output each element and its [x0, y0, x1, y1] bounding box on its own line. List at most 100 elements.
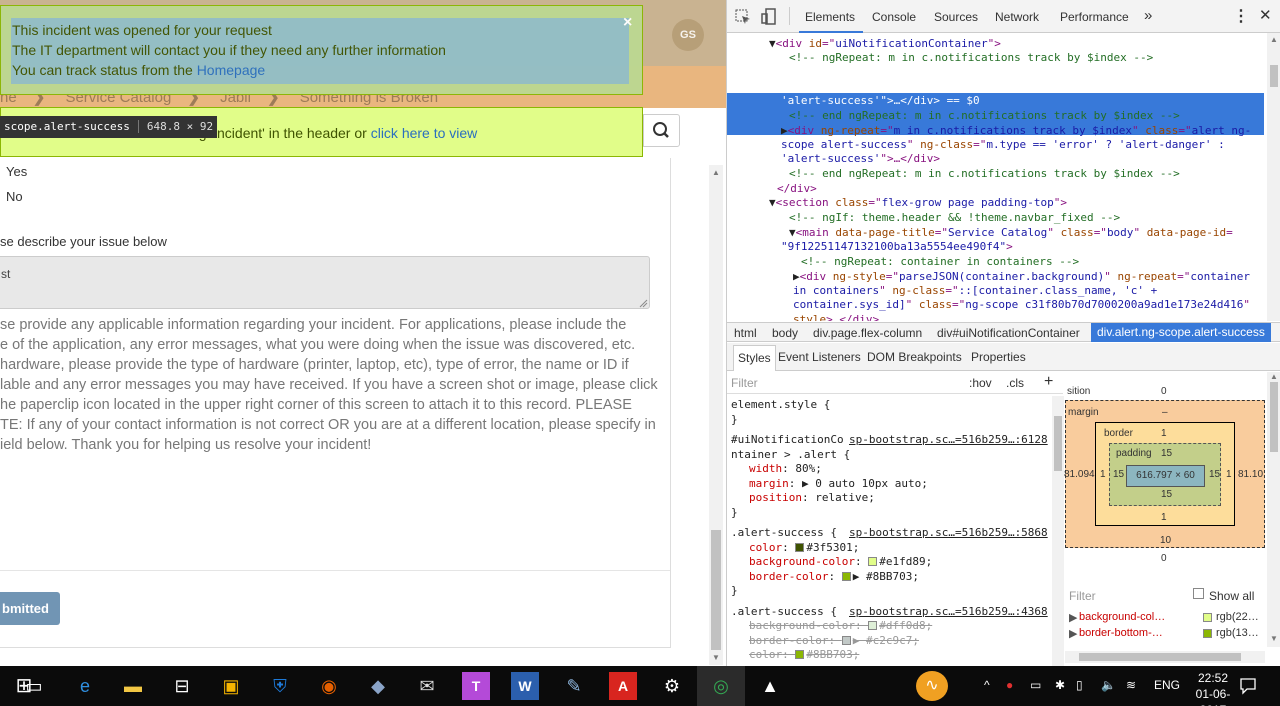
- styles-filter[interactable]: Filter :hov .cls +: [727, 372, 1063, 394]
- more-options-icon[interactable]: ⋮: [1233, 6, 1249, 26]
- app-yellow-icon[interactable]: ▣: [217, 672, 245, 700]
- rule-close[interactable]: }: [731, 413, 738, 428]
- tab-sources[interactable]: Sources: [934, 10, 978, 24]
- rule-selector[interactable]: #uiNotificationCo sp-bootstrap.sc…=516b25…: [731, 433, 1048, 448]
- scroll-down-icon[interactable]: ▼: [712, 653, 720, 662]
- submit-button[interactable]: bmitted: [0, 592, 60, 625]
- settings-icon[interactable]: ⚙: [658, 672, 686, 700]
- dom-crumb-container[interactable]: div#uiNotificationContainer: [937, 326, 1080, 340]
- acrobat-icon[interactable]: A: [609, 672, 637, 700]
- dom-node-line[interactable]: ▶<div ng-repeat="m in c.notifications tr…: [781, 124, 1251, 139]
- rule-close[interactable]: }: [731, 506, 738, 521]
- dom-node-line[interactable]: style>…</div>: [793, 313, 879, 321]
- tab-console[interactable]: Console: [872, 10, 916, 24]
- dom-crumb-body[interactable]: body: [772, 326, 798, 340]
- css-property[interactable]: color: #8BB703;: [749, 648, 859, 663]
- store-icon[interactable]: ⊟: [168, 672, 196, 700]
- filter-input[interactable]: Filter: [731, 376, 758, 390]
- dom-node-line[interactable]: 'alert-success'">…</div>: [781, 152, 940, 167]
- antivirus-icon[interactable]: ●: [1006, 678, 1013, 692]
- color-swatch[interactable]: [795, 650, 805, 659]
- computed-scrollbar[interactable]: ▲ ▼: [1267, 372, 1280, 647]
- scrollbar-thumb[interactable]: [711, 530, 721, 650]
- css-property[interactable]: color: #3f5301;: [749, 541, 859, 556]
- volume-icon[interactable]: 🔈: [1101, 678, 1116, 692]
- show-hidden-icons[interactable]: ^: [984, 678, 990, 692]
- scroll-down-icon[interactable]: ▼: [1270, 634, 1278, 643]
- firefox-icon[interactable]: ◉: [315, 672, 343, 700]
- subtab-properties[interactable]: Properties: [971, 350, 1026, 364]
- subtab-event-listeners[interactable]: Event Listeners: [778, 350, 861, 364]
- dom-node-line[interactable]: scope alert-success" ng-class="m.type ==…: [781, 80, 1225, 95]
- clock[interactable]: 22:52 01-06-2017: [1188, 670, 1238, 706]
- audio-app-icon[interactable]: ∿: [916, 671, 948, 701]
- color-swatch[interactable]: [868, 557, 878, 566]
- dom-node-line[interactable]: scope alert-success" ng-class="m.type ==…: [781, 138, 1225, 153]
- css-property[interactable]: border-color: ▶ #c2c9c7;: [749, 634, 919, 649]
- dom-node-line[interactable]: <!-- ngRepeat: m in c.notifications trac…: [789, 51, 1153, 66]
- issue-description-textarea[interactable]: st: [0, 256, 650, 309]
- rule-selector[interactable]: .alert-success {sp-bootstrap.sc…=516b259…: [731, 605, 1048, 620]
- photos-icon[interactable]: ▲: [756, 672, 784, 700]
- add-rule-button[interactable]: +: [1044, 373, 1053, 391]
- rule-selector[interactable]: .alert-success {sp-bootstrap.sc…=516b259…: [731, 526, 1048, 541]
- more-dots-icon[interactable]: •••: [733, 64, 753, 79]
- dom-crumb-current[interactable]: div.alert.ng-scope.alert-success: [1091, 323, 1271, 342]
- styles-scrollbar[interactable]: [1052, 396, 1064, 666]
- page-scrollbar[interactable]: ▲ ▼: [709, 165, 723, 665]
- computed-row[interactable]: ▶ background-col… rgb(22…: [1065, 611, 1267, 627]
- word-icon[interactable]: W: [511, 672, 539, 700]
- dom-node-line[interactable]: ▼<section class="flex-grow page padding-…: [769, 196, 1067, 211]
- dom-node-line[interactable]: ▼<main data-page-title="Service Catalog"…: [789, 226, 1233, 241]
- tab-network[interactable]: Network: [995, 10, 1039, 24]
- scrollbar-thumb[interactable]: [1054, 416, 1062, 471]
- scrollbar-thumb[interactable]: [1270, 382, 1278, 452]
- css-property[interactable]: border-color: ▶ #8BB703;: [749, 570, 919, 585]
- dom-node-line[interactable]: ▶<div ng-repeat="m in c.notifications tr…: [781, 66, 1251, 81]
- color-swatch[interactable]: [841, 635, 851, 645]
- search-button[interactable]: [643, 114, 680, 147]
- dom-node-line[interactable]: 'alert-success'">…</div> == $0: [781, 94, 980, 109]
- radio-option-yes[interactable]: Yes: [6, 164, 27, 179]
- chrome-icon[interactable]: ◎: [707, 672, 735, 700]
- color-swatch[interactable]: [841, 571, 851, 581]
- dom-scrollbar[interactable]: ▲: [1267, 33, 1280, 321]
- styles-pane[interactable]: element.style {} #uiNotificationCo sp-boot…: [727, 396, 1053, 666]
- dom-node-line[interactable]: <!-- ngIf: theme.header && !theme.navbar…: [789, 211, 1120, 226]
- defender-icon[interactable]: ⛨: [266, 672, 294, 700]
- more-tabs-icon[interactable]: »: [1144, 7, 1152, 24]
- computed-hscrollbar[interactable]: [1065, 651, 1265, 663]
- hov-toggle[interactable]: :hov: [969, 376, 992, 390]
- tex-app-icon[interactable]: T: [462, 672, 490, 700]
- dom-node-line[interactable]: </div>: [777, 182, 817, 197]
- dom-node-line[interactable]: <!-- end ngRepeat: m in c.notifications …: [789, 109, 1180, 124]
- element-style-rule[interactable]: element.style {: [731, 398, 830, 413]
- dom-node-line[interactable]: <!-- end ngRepeat: m in c.notifications …: [789, 167, 1180, 182]
- scrollbar-thumb[interactable]: [1270, 65, 1278, 87]
- device-toolbar-icon[interactable]: [761, 8, 777, 26]
- tab-performance[interactable]: Performance: [1060, 10, 1129, 24]
- battery-status-icon[interactable]: ▯: [1076, 678, 1083, 692]
- resize-handle-icon[interactable]: [638, 298, 648, 308]
- tab-elements[interactable]: Elements: [805, 10, 855, 24]
- css-property[interactable]: width: 80%;: [749, 462, 822, 477]
- dom-crumb-page[interactable]: div.page.flex-column: [813, 326, 922, 340]
- homepage-link[interactable]: Homepage: [197, 62, 266, 78]
- bluetooth-icon[interactable]: ✱: [1055, 678, 1065, 692]
- avatar[interactable]: GS: [672, 19, 704, 51]
- network-icon[interactable]: ≋: [1126, 678, 1136, 692]
- expand-icon[interactable]: ▶: [1069, 627, 1077, 640]
- box-app-icon[interactable]: ◆: [364, 672, 392, 700]
- scrollbar-thumb[interactable]: [1079, 653, 1241, 661]
- css-property[interactable]: position: relative;: [749, 491, 875, 506]
- battery-icon[interactable]: ▭: [1030, 678, 1041, 692]
- rule-selector[interactable]: ntainer > .alert {: [731, 448, 850, 463]
- expand-icon[interactable]: ▶: [1069, 611, 1077, 624]
- scroll-up-icon[interactable]: ▲: [712, 168, 720, 177]
- css-property[interactable]: background-color: #e1fd89;: [749, 555, 932, 570]
- rule-close[interactable]: }: [731, 584, 738, 599]
- radio-option-no[interactable]: No: [6, 189, 23, 204]
- dom-node-line[interactable]: ▶<div ng-style="parseJSON(container.back…: [793, 270, 1250, 285]
- click-here-link[interactable]: click here to view: [371, 125, 478, 141]
- mail-icon[interactable]: ✉: [413, 672, 441, 700]
